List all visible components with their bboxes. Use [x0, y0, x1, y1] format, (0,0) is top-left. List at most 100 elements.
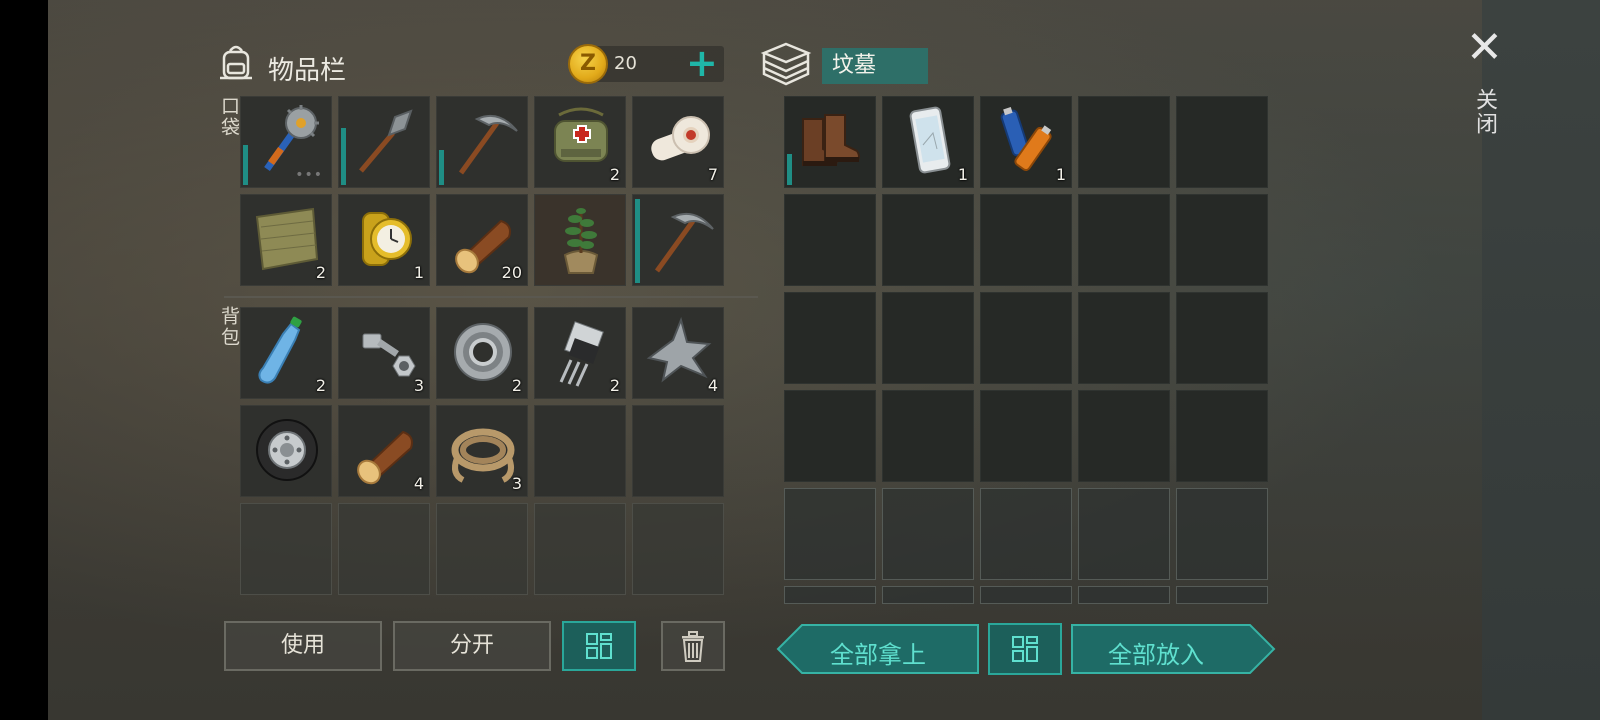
empty-slot[interactable]	[784, 292, 876, 384]
burlap-cloth-icon	[251, 203, 323, 275]
section-divider	[224, 296, 758, 298]
add-currency-button[interactable]: +	[686, 44, 718, 82]
item-slot-water-bottle[interactable]: 2	[240, 307, 332, 399]
item-slot-saw-mace[interactable]: •••	[240, 96, 332, 188]
first-aid-bag-icon	[545, 105, 617, 177]
item-quantity: 3	[413, 376, 424, 395]
more-dots-icon: •••	[295, 167, 323, 183]
empty-slot[interactable]	[980, 488, 1072, 580]
shovel-icon	[349, 105, 421, 177]
boots-icon	[795, 105, 867, 177]
empty-slot[interactable]	[632, 405, 724, 497]
item-slot-pickaxe[interactable]	[436, 96, 528, 188]
item-slot-scrap-metal[interactable]: 4	[632, 307, 724, 399]
empty-slot[interactable]	[784, 194, 876, 286]
empty-slot[interactable]	[632, 503, 724, 595]
item-quantity: 2	[609, 165, 620, 184]
empty-slot[interactable]	[1176, 586, 1268, 604]
item-quantity: 2	[609, 376, 620, 395]
empty-slot[interactable]	[436, 503, 528, 595]
empty-slot[interactable]	[1078, 292, 1170, 384]
rope-icon	[447, 414, 519, 486]
item-quantity: 1	[413, 263, 424, 282]
empty-slot[interactable]	[1078, 390, 1170, 482]
item-slot-boots[interactable]	[784, 96, 876, 188]
smartphone-icon	[893, 105, 965, 177]
use-button[interactable]: 使用	[224, 621, 382, 671]
coin-icon: Z	[568, 44, 608, 84]
game-screen: ✕ 关闭 物品栏 Z 20 + 口袋 背包 ••• 2 7 2 1 20 2322443 …	[48, 0, 1600, 720]
empty-slot[interactable]	[1078, 194, 1170, 286]
empty-slot[interactable]	[980, 390, 1072, 482]
empty-slot[interactable]	[1078, 488, 1170, 580]
pickaxe-icon	[643, 203, 715, 275]
item-slot-bearing[interactable]: 2	[436, 307, 528, 399]
empty-slot[interactable]	[980, 194, 1072, 286]
empty-slot[interactable]	[882, 194, 974, 286]
bearing-icon	[447, 316, 519, 388]
empty-slot[interactable]	[1176, 488, 1268, 580]
empty-slot[interactable]	[534, 503, 626, 595]
empty-slot[interactable]	[784, 586, 876, 604]
item-slot-first-aid-bag[interactable]: 2	[534, 96, 626, 188]
item-slot-log[interactable]: 4	[338, 405, 430, 497]
grid-icon	[586, 633, 612, 659]
item-slot-batteries[interactable]: 1	[980, 96, 1072, 188]
empty-slot[interactable]	[882, 488, 974, 580]
empty-slot[interactable]	[980, 292, 1072, 384]
empty-slot[interactable]	[1176, 194, 1268, 286]
empty-slot[interactable]	[240, 503, 332, 595]
item-quantity: 20	[501, 263, 522, 282]
water-bottle-icon	[251, 316, 323, 388]
empty-slot[interactable]	[1176, 292, 1268, 384]
put-all-label: 全部放入	[1108, 641, 1204, 669]
empty-slot[interactable]	[1078, 586, 1170, 604]
empty-slot[interactable]	[882, 586, 974, 604]
put-all-button[interactable]: 全部放入	[1070, 623, 1276, 675]
item-slot-log[interactable]: 20	[436, 194, 528, 286]
empty-slot[interactable]	[784, 488, 876, 580]
backpack-label: 背包	[218, 306, 240, 348]
item-quantity: 4	[707, 376, 718, 395]
empty-slot[interactable]	[882, 292, 974, 384]
item-slot-shovel[interactable]	[338, 96, 430, 188]
close-icon[interactable]: ✕	[1466, 26, 1503, 70]
sort-container-button[interactable]	[988, 623, 1062, 675]
bolt-nut-icon	[349, 316, 421, 388]
item-slot-transistor[interactable]: 2	[534, 307, 626, 399]
split-button[interactable]: 分开	[393, 621, 551, 671]
empty-slot[interactable]	[534, 405, 626, 497]
durability-bar	[341, 128, 346, 185]
item-slot-smartphone[interactable]: 1	[882, 96, 974, 188]
empty-slot[interactable]	[1176, 96, 1268, 188]
empty-slot[interactable]	[1078, 96, 1170, 188]
batteries-icon	[991, 105, 1063, 177]
item-quantity: 2	[511, 376, 522, 395]
empty-slot[interactable]	[1176, 390, 1268, 482]
item-slot-wheel[interactable]	[240, 405, 332, 497]
container-box-icon	[760, 40, 812, 88]
item-slot-burlap-cloth[interactable]: 2	[240, 194, 332, 286]
trash-button[interactable]	[661, 621, 725, 671]
item-slot-bolt-nut[interactable]: 3	[338, 307, 430, 399]
pickaxe-icon	[447, 105, 519, 177]
empty-slot[interactable]	[980, 586, 1072, 604]
item-quantity: 2	[315, 376, 326, 395]
durability-bar	[635, 199, 640, 283]
bandage-icon	[643, 105, 715, 177]
item-quantity: 3	[511, 474, 522, 493]
empty-slot[interactable]	[882, 390, 974, 482]
empty-slot[interactable]	[784, 390, 876, 482]
take-all-button[interactable]: 全部拿上	[776, 623, 980, 675]
item-quantity: 2	[315, 263, 326, 282]
empty-slot[interactable]	[338, 503, 430, 595]
item-slot-bandage[interactable]: 7	[632, 96, 724, 188]
item-slot-gold-watch[interactable]: 1	[338, 194, 430, 286]
inventory-title: 物品栏	[268, 56, 347, 86]
item-slot-potted-sapling[interactable]	[534, 194, 626, 286]
close-label[interactable]: 关闭	[1468, 88, 1500, 136]
sort-inventory-button[interactable]	[562, 621, 636, 671]
item-slot-pickaxe[interactable]	[632, 194, 724, 286]
take-all-label: 全部拿上	[830, 641, 926, 669]
item-slot-rope[interactable]: 3	[436, 405, 528, 497]
